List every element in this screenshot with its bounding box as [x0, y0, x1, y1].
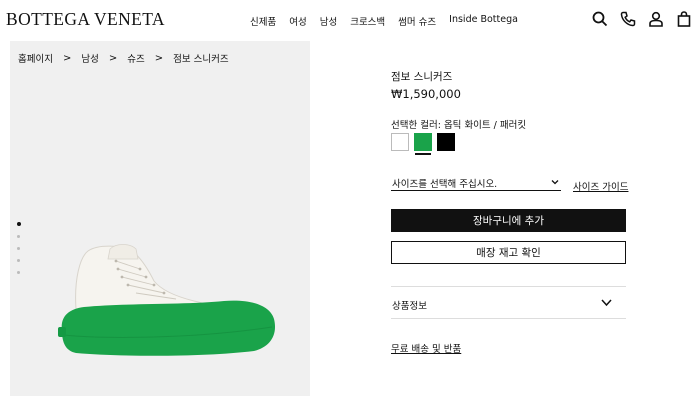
breadcrumb-separator: > [154, 52, 164, 64]
selected-color-label: 선택한 컬러: 옵틱 화이트 / 패러킷 [391, 120, 527, 131]
nav-item-new[interactable]: 신제품 [250, 14, 276, 28]
size-guide-link[interactable]: 사이즈 가이드 [573, 179, 628, 193]
chevron-down-icon [601, 299, 612, 307]
shopping-bag-icon[interactable] [676, 11, 692, 27]
brand-logo[interactable]: BOTTEGA VENETA [6, 9, 165, 30]
color-swatches [391, 133, 455, 155]
breadcrumb-men[interactable]: 남성 [81, 51, 98, 65]
gallery-dot[interactable] [17, 271, 20, 274]
main-nav: 신제품 여성 남성 크로스백 썸머 슈즈 Inside Bottega [250, 14, 531, 28]
product-info-label: 상품정보 [392, 301, 427, 312]
breadcrumb-separator: > [62, 52, 72, 64]
phone-icon[interactable] [620, 11, 636, 27]
product-image[interactable] [44, 239, 284, 359]
search-icon[interactable] [592, 11, 608, 27]
product-title: 점보 스니커즈 [391, 71, 453, 83]
swatch-green[interactable] [414, 133, 432, 155]
gallery-dot[interactable] [17, 235, 20, 238]
product-gallery: 홈페이지 > 남성 > 슈즈 > 점보 스니커즈 [10, 41, 310, 396]
account-icon[interactable] [648, 11, 664, 27]
breadcrumb-home[interactable]: 홈페이지 [18, 51, 53, 65]
breadcrumb-separator: > [108, 52, 118, 64]
product-price: ₩1,590,000 [391, 87, 461, 101]
nav-item-women[interactable]: 여성 [289, 14, 306, 28]
breadcrumb: 홈페이지 > 남성 > 슈즈 > 점보 스니커즈 [18, 51, 229, 66]
add-to-cart-button[interactable]: 장바구니에 추가 [391, 209, 626, 232]
size-select-placeholder: 사이즈를 선택해 주십시오. [392, 179, 498, 190]
free-shipping-returns-link[interactable]: 무료 배송 및 반품 [391, 341, 461, 355]
product-info-accordion[interactable]: 상품정보 [391, 286, 626, 319]
gallery-pagination [16, 222, 21, 274]
swatch-white[interactable] [391, 133, 409, 151]
chevron-down-icon [551, 180, 559, 185]
nav-item-summer-shoes[interactable]: 썸머 슈즈 [398, 14, 436, 28]
swatch-black[interactable] [437, 133, 455, 151]
check-store-stock-button[interactable]: 매장 재고 확인 [391, 241, 626, 264]
breadcrumb-shoes[interactable]: 슈즈 [127, 51, 144, 65]
gallery-dot[interactable] [17, 247, 20, 250]
header-icons [592, 11, 692, 27]
gallery-dot-active[interactable] [16, 222, 21, 226]
breadcrumb-current: 점보 스니커즈 [173, 54, 229, 65]
size-select[interactable]: 사이즈를 선택해 주십시오. [391, 175, 561, 191]
gallery-dot[interactable] [17, 259, 20, 262]
nav-item-men[interactable]: 남성 [320, 14, 337, 28]
site-header: BOTTEGA VENETA 신제품 여성 남성 크로스백 썸머 슈즈 Insi… [0, 0, 700, 40]
nav-item-inside-bottega[interactable]: Inside Bottega [449, 14, 518, 28]
nav-item-crossbody[interactable]: 크로스백 [350, 14, 385, 28]
